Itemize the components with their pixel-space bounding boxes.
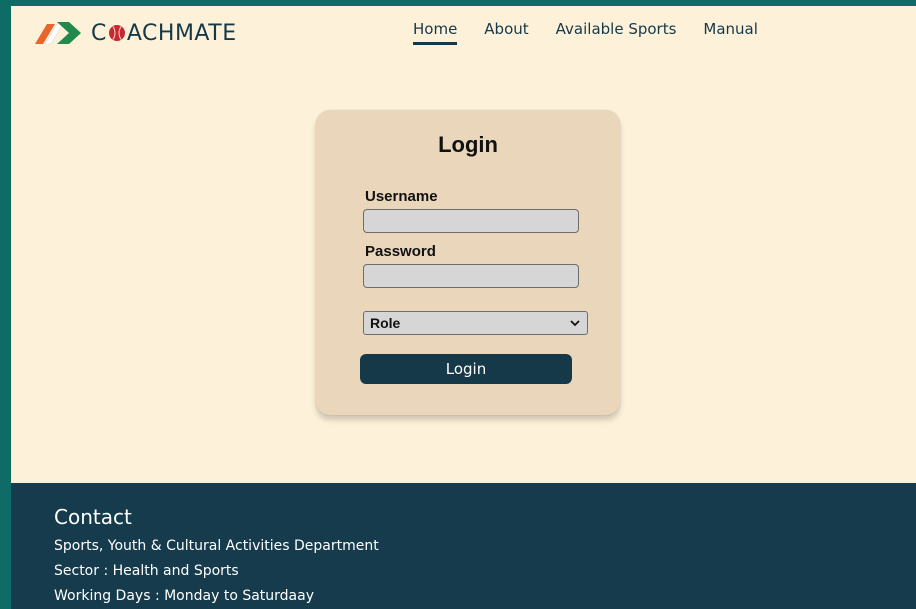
footer-sector: Sector : Health and Sports [54, 563, 239, 579]
cricket-ball-icon [108, 25, 125, 41]
username-input[interactable] [363, 209, 579, 233]
footer-working-days: Working Days : Monday to Saturdaay [54, 588, 314, 604]
password-label: Password [365, 243, 436, 260]
brand-name-suffix: ACHMATE [126, 20, 237, 46]
nav-about[interactable]: About [484, 20, 528, 45]
login-button[interactable]: Login [360, 354, 572, 384]
main-nav: Home About Available Sports Manual [413, 20, 785, 45]
login-title: Login [438, 132, 498, 157]
username-label: Username [365, 188, 438, 205]
login-card: Login Username Password Role Login [316, 110, 620, 415]
brand-name: C ACHMATE [91, 21, 237, 46]
role-select-value: Role [370, 315, 401, 331]
footer-contact-title: Contact [54, 505, 132, 529]
nav-available-sports[interactable]: Available Sports [556, 20, 677, 45]
chevron-down-icon [570, 320, 580, 327]
brand-name-prefix: C [91, 20, 107, 46]
footer-department: Sports, Youth & Cultural Activities Depa… [54, 538, 379, 554]
nav-home[interactable]: Home [413, 20, 458, 45]
nav-manual[interactable]: Manual [703, 20, 758, 45]
page: C ACHMATE Home About Available Sports Ma… [11, 6, 916, 609]
password-input[interactable] [363, 264, 579, 288]
brand-logo-link[interactable]: C ACHMATE [33, 18, 237, 48]
role-select[interactable]: Role [363, 311, 588, 335]
coachmate-chevron-logo-icon [35, 22, 81, 45]
footer: Contact Sports, Youth & Cultural Activit… [11, 483, 916, 609]
